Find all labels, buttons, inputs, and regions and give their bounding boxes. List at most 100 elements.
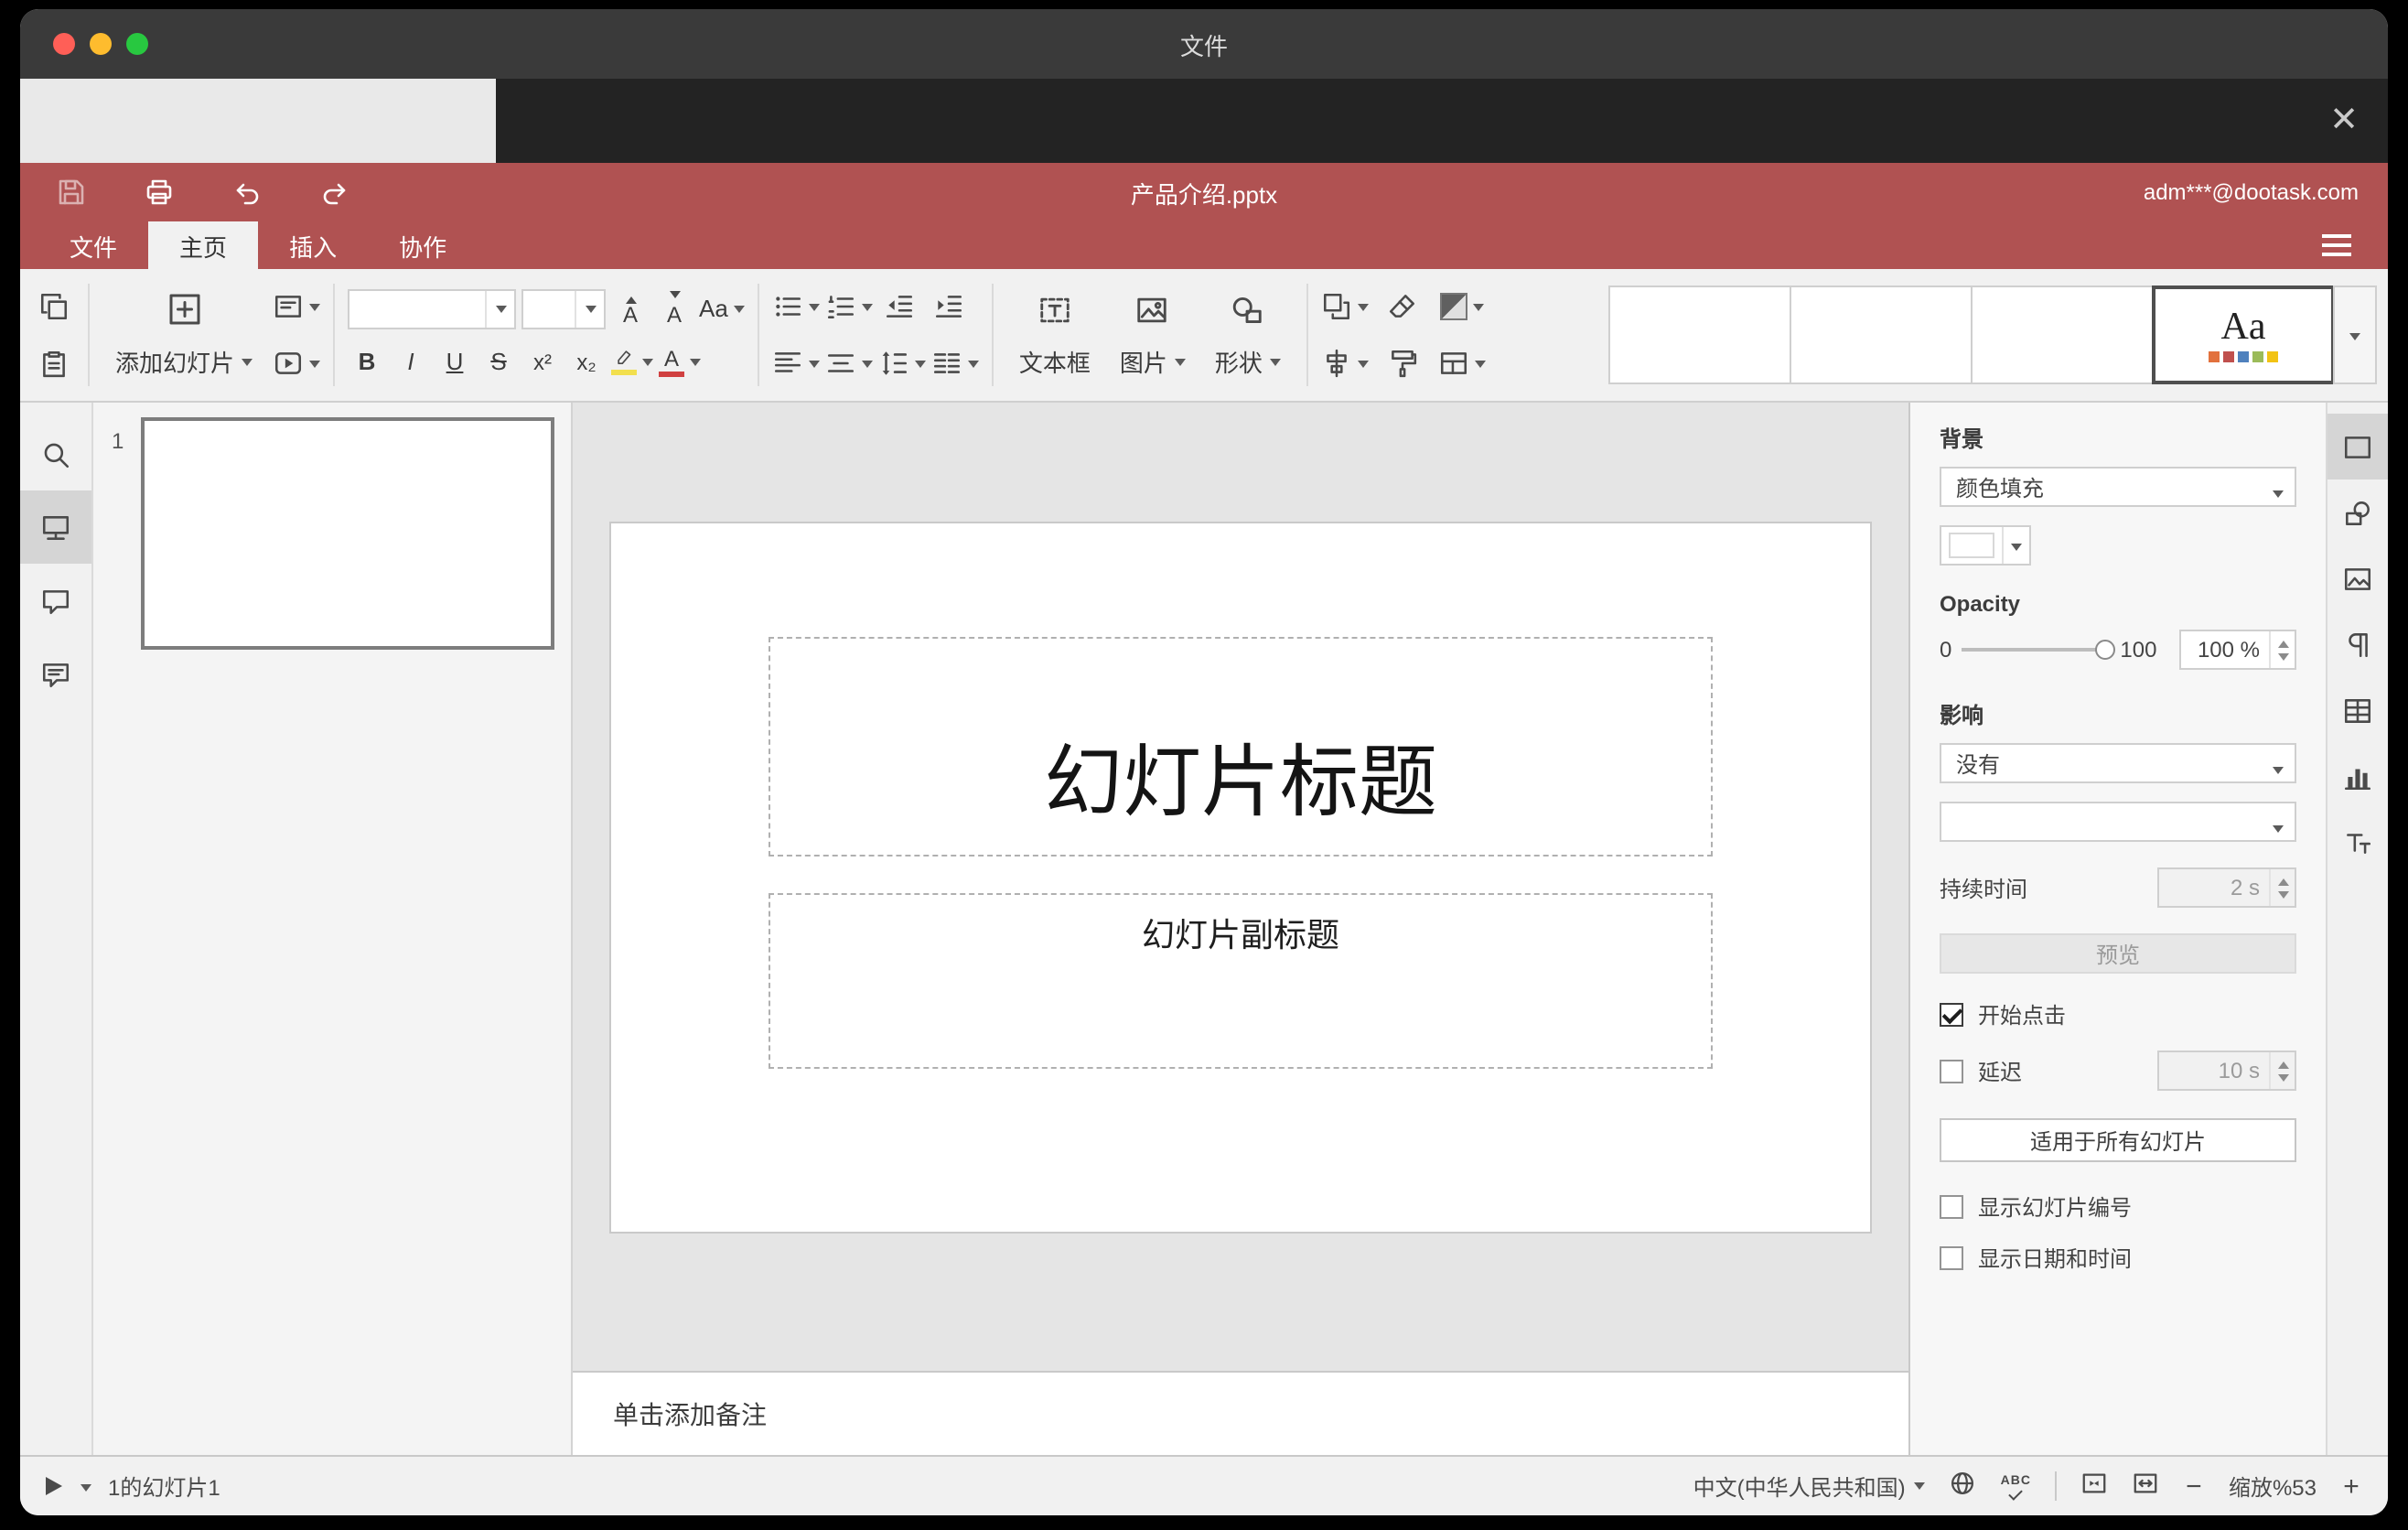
close-icon[interactable]: ✕ [2329, 103, 2359, 138]
opacity-label: Opacity [1940, 591, 2021, 617]
slide-settings-icon[interactable] [2327, 414, 2388, 479]
slide-layout-button[interactable] [273, 283, 321, 330]
decrease-indent-button[interactable] [878, 283, 922, 330]
slide-thumbnail-1[interactable] [141, 417, 554, 650]
theme-gallery-expand-button[interactable] [2333, 286, 2377, 384]
zoom-window-button[interactable] [126, 33, 148, 55]
spinner-arrows-icon[interactable] [2269, 1052, 2295, 1089]
show-slide-number-checkbox[interactable] [1940, 1195, 1963, 1219]
table-settings-icon[interactable] [2327, 677, 2388, 743]
undo-icon[interactable] [225, 168, 269, 216]
arrange-shape-button[interactable] [1321, 283, 1369, 330]
spinner-arrows-icon[interactable] [2269, 631, 2295, 668]
align-shape-button[interactable] [1321, 339, 1369, 387]
slide-subtitle-placeholder[interactable]: 幻灯片副标题 [769, 893, 1713, 1070]
font-size-select[interactable] [521, 288, 607, 329]
theme-option-4-selected[interactable]: Aa [2152, 286, 2335, 384]
theme-option-2[interactable] [1790, 286, 1973, 384]
comments-icon[interactable] [20, 564, 91, 637]
slide-1[interactable]: 幻灯片标题 幻灯片副标题 [611, 523, 1870, 1232]
paragraph-settings-icon[interactable] [2327, 611, 2388, 677]
opacity-spinner[interactable]: 100 % [2179, 630, 2296, 670]
menu-icon[interactable] [2304, 221, 2370, 269]
account-email[interactable]: adm***@dootask.com [2144, 179, 2359, 205]
image-settings-icon[interactable] [2327, 545, 2388, 611]
fill-color-button[interactable] [1438, 283, 1486, 330]
insert-textbox-button[interactable]: 文本框 [1006, 278, 1103, 392]
spinner-arrows-icon[interactable] [2269, 869, 2295, 906]
redo-icon[interactable] [313, 168, 357, 216]
decrease-font-button[interactable]: A [655, 286, 693, 330]
delay-spinner[interactable]: 10 s [2157, 1051, 2296, 1091]
zoom-in-button[interactable]: + [2340, 1472, 2362, 1500]
opacity-slider-thumb[interactable] [2094, 640, 2115, 660]
tab-file[interactable]: 文件 [38, 221, 148, 269]
close-window-button[interactable] [53, 33, 75, 55]
language-select[interactable]: 中文(中华人民共和国) [1693, 1471, 1926, 1502]
numbered-list-button[interactable] [825, 283, 873, 330]
underline-button[interactable]: U [435, 339, 474, 383]
clear-style-button[interactable] [1381, 283, 1425, 330]
italic-button[interactable]: I [392, 339, 430, 383]
change-layout-button[interactable] [1438, 339, 1486, 387]
paste-button[interactable] [31, 339, 75, 387]
spellcheck-icon[interactable]: ABC [2001, 1475, 2031, 1501]
change-case-button[interactable]: Aa [699, 286, 745, 330]
bold-button[interactable]: B [348, 339, 386, 383]
slide-canvas[interactable]: 幻灯片标题 幻灯片副标题 [573, 403, 1908, 1371]
fit-slide-icon[interactable] [2080, 1470, 2108, 1503]
theme-option-3[interactable] [1971, 286, 2154, 384]
copy-style-button[interactable] [1381, 339, 1425, 387]
vertical-align-button[interactable] [825, 339, 873, 387]
font-color-button[interactable]: A [659, 339, 702, 383]
minimize-window-button[interactable] [90, 33, 112, 55]
globe-icon[interactable] [1950, 1470, 1977, 1503]
horizontal-align-button[interactable] [772, 339, 820, 387]
superscript-button[interactable]: x² [523, 339, 562, 383]
notes-area[interactable]: 单击添加备注 [573, 1371, 1908, 1455]
columns-button[interactable] [931, 339, 979, 387]
tab-home[interactable]: 主页 [148, 221, 259, 269]
preview-button[interactable]: 预览 [1940, 933, 2296, 974]
search-icon[interactable] [20, 417, 91, 490]
slides-panel-icon[interactable] [20, 490, 91, 564]
print-icon[interactable] [137, 168, 181, 216]
bullet-list-button[interactable] [772, 283, 820, 330]
apply-to-all-slides-button[interactable]: 适用于所有幻灯片 [1940, 1118, 2296, 1162]
screen: 文件 ✕ 产品介绍.pptx adm***@dootask.com 文件 主页 … [0, 0, 2408, 1530]
background-color-select[interactable] [1940, 525, 2031, 566]
highlight-color-button[interactable] [611, 339, 654, 383]
effect-select[interactable]: 没有 [1940, 743, 2296, 783]
slide-title-placeholder[interactable]: 幻灯片标题 [769, 636, 1713, 857]
duration-spinner[interactable]: 2 s [2157, 867, 2296, 908]
show-date-time-checkbox[interactable] [1940, 1246, 1963, 1270]
background-fill-select[interactable]: 颜色填充 [1940, 467, 2296, 507]
add-slide-button[interactable]: 添加幻灯片 [102, 278, 265, 392]
increase-indent-button[interactable] [928, 283, 972, 330]
insert-image-button[interactable]: 图片 [1107, 278, 1199, 392]
duration-label: 持续时间 [1940, 876, 2028, 901]
chart-settings-icon[interactable] [2327, 743, 2388, 809]
textart-settings-icon[interactable] [2327, 809, 2388, 875]
save-icon[interactable] [49, 168, 93, 216]
start-slideshow-status-button[interactable] [46, 1462, 91, 1510]
tab-collaboration[interactable]: 协作 [368, 221, 478, 269]
zoom-out-button[interactable]: − [2183, 1472, 2205, 1500]
delay-checkbox[interactable] [1940, 1059, 1963, 1083]
effect-variant-select[interactable] [1940, 802, 2296, 842]
copy-button[interactable] [31, 283, 75, 330]
increase-font-button[interactable]: A [611, 286, 650, 330]
chat-icon[interactable] [20, 637, 91, 710]
theme-option-1[interactable] [1608, 286, 1791, 384]
opacity-slider[interactable] [1961, 640, 2115, 660]
font-name-select[interactable] [348, 288, 517, 329]
start-on-click-checkbox[interactable] [1940, 1003, 1963, 1027]
strikethrough-button[interactable]: S [479, 339, 518, 383]
line-spacing-button[interactable] [878, 339, 926, 387]
tab-insert[interactable]: 插入 [258, 221, 368, 269]
start-slideshow-button[interactable] [273, 339, 321, 387]
shape-settings-icon[interactable] [2327, 479, 2388, 545]
insert-shape-button[interactable]: 形状 [1202, 278, 1294, 392]
subscript-button[interactable]: x₂ [567, 339, 606, 383]
fit-width-icon[interactable] [2132, 1470, 2159, 1503]
